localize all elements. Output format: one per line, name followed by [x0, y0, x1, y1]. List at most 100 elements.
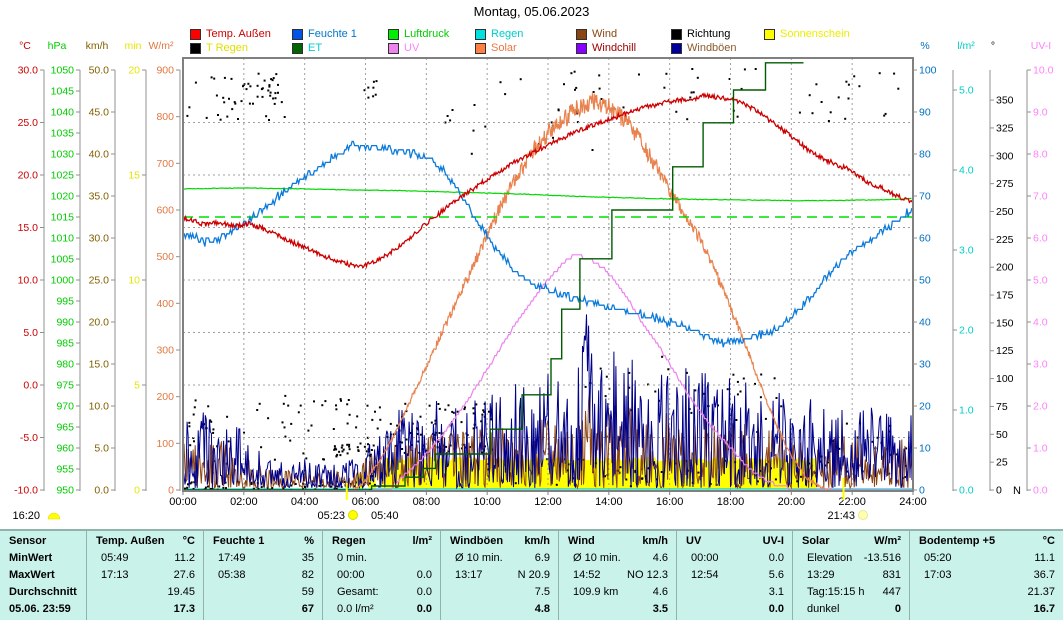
legend-label: Solar	[491, 42, 517, 54]
svg-text:955: 955	[56, 464, 74, 476]
svg-text:300: 300	[996, 150, 1014, 162]
svg-text:15.0: 15.0	[18, 222, 39, 234]
svg-text:1025: 1025	[51, 170, 75, 182]
legend-label: Temp. Außen	[206, 28, 271, 40]
svg-text:350: 350	[996, 95, 1014, 107]
svg-text:275: 275	[996, 178, 1014, 190]
table-cell-row: Gesamt: 0.0	[337, 586, 432, 598]
x-axis-labels: 00:00 02:00 04:00 06:00 08:00 10:00 12:00 14:00…	[169, 491, 927, 508]
svg-text:975: 975	[56, 380, 74, 392]
svg-text:km/h: km/h	[86, 40, 109, 52]
svg-text:9.0: 9.0	[1033, 107, 1048, 119]
svg-text:21:43: 21:43	[827, 510, 855, 522]
svg-text:150: 150	[996, 317, 1014, 329]
svg-text:0.0: 0.0	[959, 485, 974, 497]
svg-text:15: 15	[128, 170, 140, 182]
legend-item-row1-3: Regen	[475, 28, 523, 40]
svg-text:40: 40	[919, 317, 931, 329]
svg-text:50: 50	[996, 429, 1008, 441]
table-row-label: Durchschnitt	[9, 586, 77, 598]
svg-text:0.0: 0.0	[94, 485, 109, 497]
table-cell-row: 4.8	[534, 603, 550, 615]
svg-text:14:00: 14:00	[595, 496, 623, 508]
svg-text:1015: 1015	[51, 212, 75, 224]
table-cell-row: 3.1	[768, 586, 784, 598]
summary-table: Sensor MinWert MaxWert Durchschnitt 05.06. 2…	[0, 529, 1063, 620]
svg-text:7.0: 7.0	[1033, 191, 1048, 203]
svg-text:-5.0: -5.0	[20, 432, 38, 444]
svg-text:10.0: 10.0	[89, 401, 110, 413]
svg-text:700: 700	[156, 158, 174, 170]
legend-label: Richtung	[687, 28, 731, 40]
svg-text:1050: 1050	[51, 65, 75, 77]
svg-text:75: 75	[996, 401, 1008, 413]
table-block-0: Temp. Außen °C 05:49 11.2 17:13 27.6 19.45 17.3	[86, 531, 203, 620]
svg-text:3.0: 3.0	[1033, 359, 1048, 371]
svg-text:0.0: 0.0	[1033, 485, 1048, 497]
table-cell-row: Elevation -13.516	[807, 552, 901, 564]
svg-text:1030: 1030	[51, 149, 75, 161]
table-cell-row: 7.5	[534, 586, 550, 598]
table-block-header: Regen l/m²	[332, 535, 432, 547]
legend-item-row2-1: ET	[292, 42, 322, 54]
svg-text:N: N	[1013, 485, 1021, 497]
svg-text:900: 900	[156, 65, 174, 77]
legend-item-row1-4: Wind	[576, 28, 617, 40]
svg-text:05:23: 05:23	[317, 510, 345, 522]
svg-text:10: 10	[128, 275, 140, 287]
legend-color-swatch	[388, 42, 399, 54]
svg-text:02:00: 02:00	[230, 496, 258, 508]
legend-label: Sonnenschein	[780, 28, 850, 40]
svg-text:2.0: 2.0	[1033, 401, 1048, 413]
legend-item-row2-5: Windböen	[671, 42, 737, 54]
svg-text:5.0: 5.0	[1033, 275, 1048, 287]
svg-text:12:00: 12:00	[534, 496, 562, 508]
svg-text:0: 0	[996, 485, 1002, 497]
svg-text:950: 950	[56, 485, 74, 497]
svg-text:995: 995	[56, 296, 74, 308]
table-cell-row: 13:29 831	[807, 569, 901, 581]
svg-text:4.0: 4.0	[959, 165, 974, 177]
legend-color-swatch	[764, 28, 775, 40]
table-cell-row: 13:17 N 20.9	[455, 569, 550, 581]
table-cell-row: 109.9 km 4.6	[573, 586, 668, 598]
table-cell-row: 3.5	[652, 603, 668, 615]
svg-text:04:00: 04:00	[291, 496, 319, 508]
legend-label: T Regen	[206, 42, 248, 54]
svg-text:0: 0	[134, 485, 140, 497]
legend-item-row1-6: Sonnenschein	[764, 28, 850, 40]
svg-text:15.0: 15.0	[89, 359, 110, 371]
legend-label: Windböen	[687, 42, 737, 54]
legend-color-swatch	[292, 28, 303, 40]
table-cell-row: 67	[301, 603, 314, 615]
legend-item-row2-0: T Regen	[190, 42, 248, 54]
svg-text:5.0: 5.0	[94, 443, 109, 455]
table-cell-row: 05:49 11.2	[101, 552, 195, 564]
table-block-header: Wind km/h	[568, 535, 668, 547]
svg-text:1.0: 1.0	[1033, 443, 1048, 455]
svg-text:24:00: 24:00	[899, 496, 927, 508]
svg-text:0.0: 0.0	[23, 380, 38, 392]
svg-text:20.0: 20.0	[18, 170, 39, 182]
svg-text:20.0: 20.0	[89, 317, 110, 329]
table-cell-row: 0.0 l/m² 0.0	[337, 603, 432, 615]
legend-color-swatch	[475, 28, 486, 40]
svg-text:min: min	[125, 40, 142, 52]
svg-text:%: %	[920, 40, 929, 52]
series-luftdruck	[183, 187, 912, 202]
svg-text:-10.0: -10.0	[14, 485, 38, 497]
table-row-label: 05.06. 23:59	[9, 603, 71, 615]
table-cell-row: 0.0	[768, 603, 784, 615]
legend-color-swatch	[671, 42, 682, 54]
svg-text:125: 125	[996, 345, 1014, 357]
svg-text:70: 70	[919, 191, 931, 203]
legend-item-row2-2: UV	[388, 42, 419, 54]
svg-text:1005: 1005	[51, 254, 75, 266]
svg-text:W/m²: W/m²	[148, 40, 174, 52]
table-block-1: Feuchte 1% 17:49 35 05:38 82 59 67	[203, 531, 322, 620]
table-block-header: Solar W/m²	[802, 535, 901, 547]
legend-color-swatch	[576, 42, 587, 54]
svg-text:25.0: 25.0	[89, 275, 110, 287]
legend-color-swatch	[292, 42, 303, 54]
svg-text:300: 300	[156, 345, 174, 357]
